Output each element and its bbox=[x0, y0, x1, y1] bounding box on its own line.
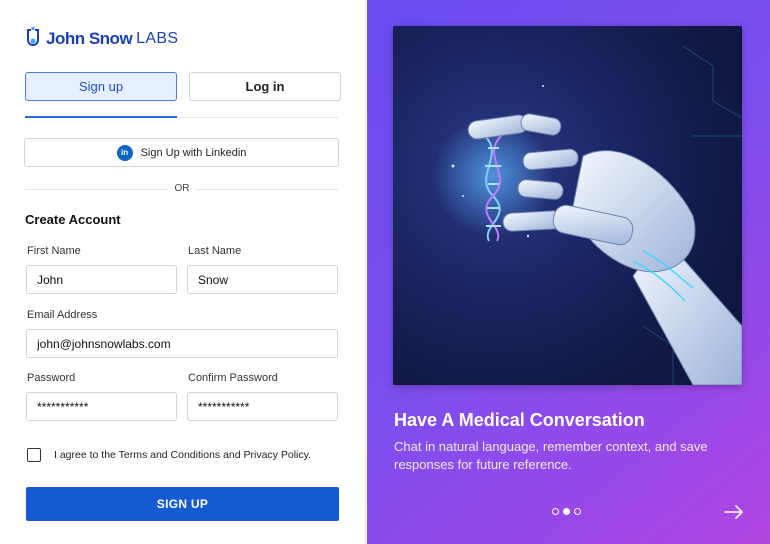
carousel-dot-3[interactable] bbox=[574, 508, 581, 515]
sign-up-button[interactable]: SIGN UP bbox=[26, 487, 339, 521]
first-name-input[interactable] bbox=[26, 265, 177, 294]
linkedin-icon: in bbox=[116, 144, 133, 161]
promo-description: Chat in natural language, remember conte… bbox=[394, 439, 708, 472]
carousel-dot-1[interactable] bbox=[552, 508, 559, 515]
terms-label: I agree to the Terms and Conditions and … bbox=[54, 449, 311, 461]
active-tab-indicator bbox=[25, 116, 177, 118]
brand-logo[interactable]: John Snow LABS bbox=[24, 26, 178, 52]
password-input[interactable] bbox=[26, 392, 177, 421]
brand-suffix: LABS bbox=[136, 30, 179, 47]
flask-icon bbox=[27, 27, 39, 46]
promo-panel: Have A Medical Conversation Chat in natu… bbox=[367, 0, 770, 544]
robot-hand-dna-image bbox=[393, 26, 742, 385]
carousel-dot-2[interactable] bbox=[563, 508, 570, 515]
password-label: Password bbox=[27, 372, 76, 384]
email-label: Email Address bbox=[27, 309, 98, 321]
linkedin-button-label: Sign Up with Linkedin bbox=[140, 146, 247, 159]
arrow-right-icon[interactable] bbox=[724, 505, 744, 519]
or-divider-right bbox=[196, 189, 338, 190]
create-account-heading: Create Account bbox=[25, 212, 121, 227]
brand-name: John Snow bbox=[46, 29, 133, 48]
linkedin-signup-button[interactable]: in Sign Up with Linkedin bbox=[24, 138, 339, 167]
first-name-label: First Name bbox=[27, 245, 81, 257]
hero-illustration bbox=[433, 45, 742, 385]
signup-panel: John Snow LABS Sign up Log in in Sign Up… bbox=[0, 0, 366, 544]
confirm-password-label: Confirm Password bbox=[188, 372, 278, 384]
tab-sign-up[interactable]: Sign up bbox=[25, 72, 177, 101]
terms-checkbox[interactable] bbox=[27, 448, 41, 462]
last-name-label: Last Name bbox=[188, 245, 242, 257]
or-divider-left bbox=[25, 189, 168, 190]
confirm-password-input[interactable] bbox=[187, 392, 338, 421]
or-divider-text: OR bbox=[174, 183, 190, 194]
carousel-indicators bbox=[552, 508, 581, 515]
tab-log-in[interactable]: Log in bbox=[189, 72, 341, 101]
promo-title: Have A Medical Conversation bbox=[394, 410, 645, 430]
email-input[interactable] bbox=[26, 329, 338, 358]
last-name-input[interactable] bbox=[187, 265, 338, 294]
